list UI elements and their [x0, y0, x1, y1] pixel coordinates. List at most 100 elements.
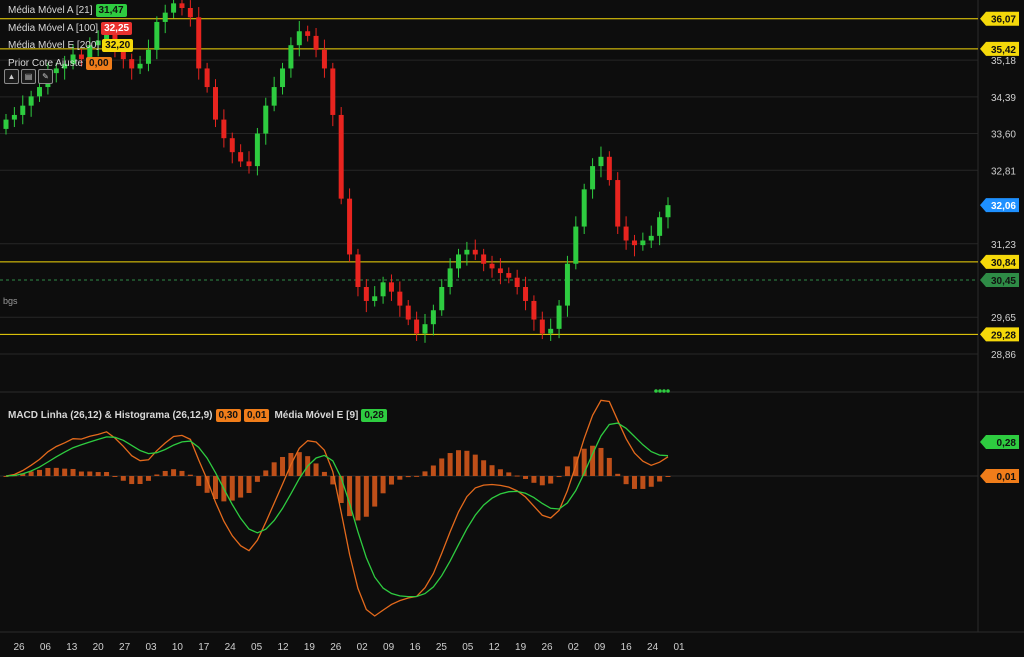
macd-histogram-bar	[556, 476, 562, 478]
time-tick-label: 27	[119, 642, 131, 653]
candle-body	[212, 87, 218, 120]
macd-histogram-bar	[171, 469, 177, 476]
candle-body	[648, 235, 654, 241]
candle-body	[397, 291, 403, 306]
candle-body	[581, 189, 587, 227]
macd-histogram-bar	[53, 467, 59, 476]
macd-histogram-bar	[405, 476, 411, 478]
candle-body	[288, 45, 294, 69]
price-tick-label: 32,81	[991, 166, 1016, 177]
pencil-icon[interactable]: ✎	[38, 69, 53, 84]
candle-body	[422, 324, 428, 334]
macd-histogram-bar	[548, 476, 554, 484]
macd-histogram-bar	[87, 471, 93, 476]
candle-body	[338, 114, 344, 199]
candle-body	[506, 273, 512, 278]
macd-histogram-bar	[104, 472, 110, 476]
time-tick-label: 12	[277, 642, 289, 653]
macd-histogram-bar	[187, 474, 193, 476]
candle-body	[263, 105, 269, 134]
macd-histogram-bar	[45, 467, 51, 476]
macd-histogram-bar	[531, 476, 537, 483]
macd-value-badge: 0,30	[215, 409, 241, 422]
candle-body	[405, 305, 411, 320]
candle-body	[388, 282, 394, 292]
time-tick-label: 03	[145, 642, 157, 653]
indicator-row-mma100[interactable]: Média Móvel A [100] 32,25	[8, 20, 133, 38]
candle-body	[305, 31, 311, 36]
candle-body	[254, 133, 260, 167]
gridlines	[0, 59, 978, 355]
macd-histogram-bar	[615, 473, 621, 476]
candle-body	[564, 263, 570, 306]
candle-body	[464, 249, 470, 255]
macd-histogram-bar	[229, 476, 235, 501]
price-chart[interactable]: 35,18 34,39 33,60 32,81 31,23 29,65 28,86 36,07…	[0, 0, 1024, 657]
candle-body	[623, 226, 629, 241]
price-level-label: 32,06	[991, 201, 1016, 212]
indicator-row-mme200[interactable]: Média Móvel E [200] 32,20	[8, 37, 134, 55]
price-tick-label: 28,86	[991, 350, 1016, 361]
candle-body	[523, 287, 529, 301]
candle-body	[631, 240, 637, 246]
macd-histogram-bar	[497, 469, 503, 476]
indicator-legend: Média Móvel A [21] 31,47 Média Móvel A [1…	[8, 2, 134, 72]
candle-body	[514, 277, 520, 287]
candle-body	[355, 254, 361, 287]
signal-label: Média Móvel E [9]	[274, 410, 359, 421]
macd-histogram-bar	[397, 476, 403, 480]
macd-histogram-bar	[129, 476, 135, 485]
price-level-marker: 32,06	[980, 198, 1019, 213]
macd-histogram-bar	[112, 476, 118, 477]
candle-body	[363, 287, 369, 301]
candle-body	[11, 114, 17, 120]
time-tick-label: 24	[647, 642, 659, 653]
macd-histogram-bar	[120, 476, 126, 481]
time-tick-label: 12	[489, 642, 501, 653]
macd-marker: 0,01	[980, 469, 1019, 483]
macd-histogram-bar	[539, 476, 545, 486]
candle-body	[489, 263, 495, 269]
macd-histogram-bar	[196, 476, 202, 486]
macd-histogram-bar	[78, 471, 84, 476]
candle-body	[531, 300, 537, 320]
time-tick-label: 26	[13, 642, 25, 653]
candle-body	[3, 119, 9, 129]
candle-body	[439, 287, 445, 311]
indicator-row-mma21[interactable]: Média Móvel A [21] 31,47	[8, 2, 133, 20]
price-level-marker: 30,45	[980, 273, 1019, 288]
candle-body	[196, 17, 202, 69]
macd-legend[interactable]: MACD Linha (26,12) & Histograma (26,12,9…	[8, 409, 387, 422]
candle-body	[573, 226, 579, 264]
candle-body	[28, 96, 34, 106]
macd-tag-label: 0,01	[997, 472, 1017, 483]
candle-body	[665, 205, 671, 218]
candle-body	[657, 217, 663, 236]
chart-annotation: bgs	[3, 296, 18, 306]
macd-histogram-bar	[154, 474, 160, 476]
macd-histogram-bar	[623, 476, 629, 485]
macd-line	[5, 399, 669, 617]
candle-body	[330, 68, 336, 115]
candle-body	[204, 68, 210, 88]
time-tick-label: 17	[198, 642, 210, 653]
macd-panel: 0,28 0,01	[0, 399, 1019, 617]
macd-histogram-bar	[95, 472, 101, 476]
macd-histogram-bar	[648, 476, 654, 487]
candle-body	[472, 249, 478, 255]
price-tick-label: 31,23	[991, 240, 1016, 251]
candle-body	[271, 87, 277, 106]
candle-body	[145, 49, 151, 64]
price-level-marker: 30,84	[980, 254, 1019, 269]
macd-histogram-bar	[481, 460, 487, 476]
time-tick-label: 26	[541, 642, 553, 653]
chart-icon[interactable]: ▤	[21, 69, 36, 84]
macd-histogram-bar	[313, 463, 319, 476]
signal-dot	[658, 389, 662, 393]
candle-body	[430, 310, 436, 325]
triangle-up-icon[interactable]: ▲	[4, 69, 19, 84]
signal-value-badge: 0,28	[361, 409, 387, 422]
price-level-marker: 35,42	[980, 41, 1019, 56]
macd-histogram-bar	[439, 458, 445, 476]
time-tick-label: 09	[383, 642, 395, 653]
